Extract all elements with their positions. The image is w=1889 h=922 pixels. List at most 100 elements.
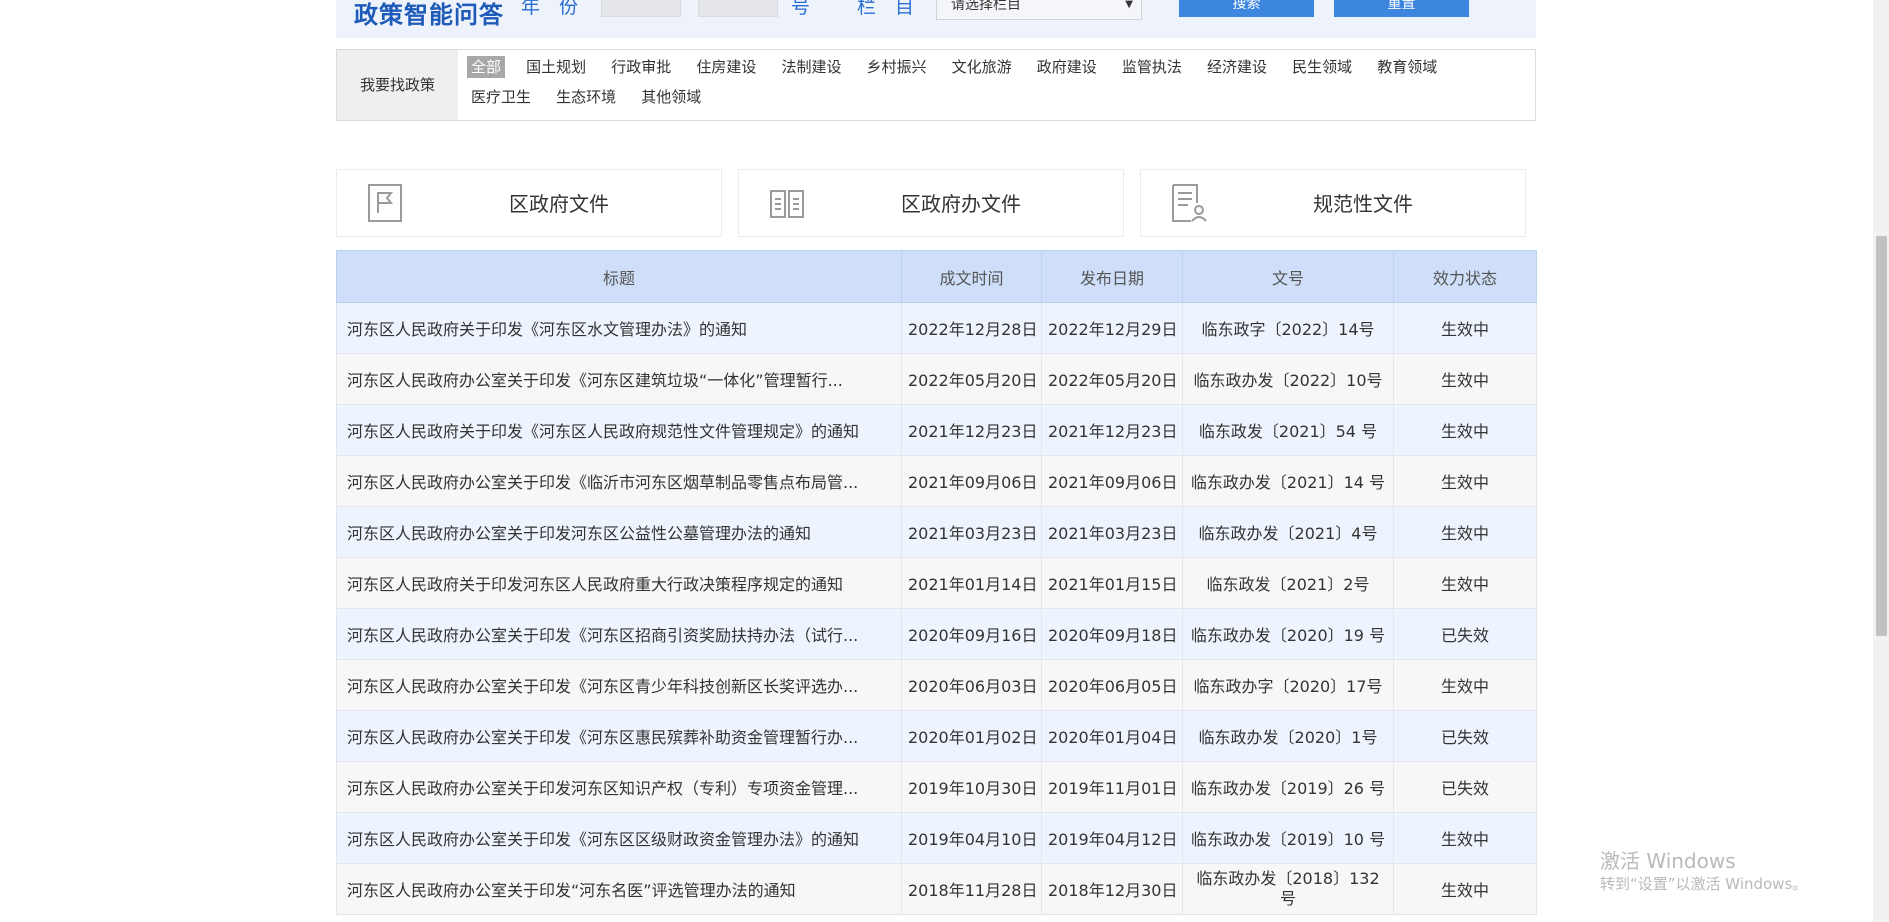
category-economy[interactable]: 经济建设 [1203, 56, 1271, 78]
card-district-gov-docs[interactable]: 区政府文件 [336, 169, 722, 237]
table-row: 河东区人民政府关于印发《河东区水文管理办法》的通知 2022年12月28日 20… [336, 302, 1537, 354]
policy-title-link[interactable]: 河东区人民政府办公室关于印发《河东区惠民殡葬补助资金管理暂行办... [336, 710, 902, 762]
category-health[interactable]: 医疗卫生 [467, 86, 535, 108]
publish-date: 2020年01月04日 [1041, 710, 1183, 762]
publish-date: 2020年06月05日 [1041, 659, 1183, 711]
publish-date: 2021年03月23日 [1041, 506, 1183, 558]
status: 已失效 [1393, 608, 1537, 660]
written-date: 2020年09月16日 [901, 608, 1042, 660]
status: 生效中 [1393, 302, 1537, 354]
search-button[interactable]: 搜索 [1179, 0, 1314, 17]
policy-title-link[interactable]: 河东区人民政府办公室关于印发《河东区建筑垃圾“一体化”管理暂行... [336, 353, 902, 405]
policy-title-link[interactable]: 河东区人民政府办公室关于印发《河东区招商引资奖励扶持办法（试行... [336, 608, 902, 660]
written-date: 2022年12月28日 [901, 302, 1042, 354]
doc-number: 临东政办发〔2019〕10 号 [1182, 812, 1394, 864]
doc-number: 临东政发〔2021〕2号 [1182, 557, 1394, 609]
written-date: 2021年01月14日 [901, 557, 1042, 609]
windows-activation-watermark: 激活 Windows 转到“设置”以激活 Windows。 [1600, 848, 1807, 894]
category-land-planning[interactable]: 国土规划 [522, 56, 590, 78]
policy-table: 标题 成文时间 发布日期 文号 效力状态 河东区人民政府关于印发《河东区水文管理… [336, 250, 1537, 915]
status: 生效中 [1393, 353, 1537, 405]
publish-date: 2019年04月12日 [1041, 812, 1183, 864]
doc-number: 临东政发〔2021〕54 号 [1182, 404, 1394, 456]
year-label: 年 份 [521, 0, 579, 18]
card-district-office-docs[interactable]: 区政府办文件 [738, 169, 1124, 237]
written-date: 2021年03月23日 [901, 506, 1042, 558]
doc-number: 临东政办发〔2022〕10号 [1182, 353, 1394, 405]
written-date: 2018年11月28日 [901, 863, 1042, 915]
category-other[interactable]: 其他领域 [637, 86, 705, 108]
doc-number: 临东政办字〔2020〕17号 [1182, 659, 1394, 711]
site-logo: 政策智能问答 [354, 1, 504, 29]
doc-number: 临东政办发〔2020〕1号 [1182, 710, 1394, 762]
category-culture-tourism[interactable]: 文化旅游 [948, 56, 1016, 78]
policy-title-link[interactable]: 河东区人民政府关于印发《河东区人民政府规范性文件管理规定》的通知 [336, 404, 902, 456]
header-publish-date: 发布日期 [1041, 250, 1183, 303]
table-row: 河东区人民政府办公室关于印发《河东区青少年科技创新区长奖评选办... 2020年… [336, 659, 1537, 711]
category-all[interactable]: 全部 [467, 56, 506, 78]
table-row: 河东区人民政府办公室关于印发《河东区招商引资奖励扶持办法（试行... 2020年… [336, 608, 1537, 660]
page-scrollbar[interactable] [1873, 0, 1889, 922]
category-supervision[interactable]: 监管执法 [1118, 56, 1186, 78]
written-date: 2019年04月10日 [901, 812, 1042, 864]
written-date: 2020年01月02日 [901, 710, 1042, 762]
status: 已失效 [1393, 710, 1537, 762]
policy-search-bar: 政策智能问答 年 份 号 栏 目 请选择栏目 ▼ 搜索 重置 [336, 0, 1536, 38]
policy-title-link[interactable]: 河东区人民政府办公室关于印发河东区知识产权（专利）专项资金管理... [336, 761, 902, 813]
card-label: 区政府文件 [509, 192, 609, 216]
status: 生效中 [1393, 557, 1537, 609]
category-housing[interactable]: 住房建设 [692, 56, 760, 78]
status: 已失效 [1393, 761, 1537, 813]
category-legal[interactable]: 法制建设 [777, 56, 845, 78]
table-row: 河东区人民政府办公室关于印发《河东区区级财政资金管理办法》的通知 2019年04… [336, 812, 1537, 864]
category-livelihood[interactable]: 民生领域 [1288, 56, 1356, 78]
header-status: 效力状态 [1393, 250, 1537, 303]
number-label: 号 [791, 0, 811, 18]
card-normative-docs[interactable]: 规范性文件 [1140, 169, 1526, 237]
category-education[interactable]: 教育领域 [1373, 56, 1441, 78]
column-select[interactable]: 请选择栏目 ▼ [936, 0, 1142, 20]
policy-title-link[interactable]: 河东区人民政府关于印发河东区人民政府重大行政决策程序规定的通知 [336, 557, 902, 609]
publish-date: 2021年12月23日 [1041, 404, 1183, 456]
status: 生效中 [1393, 404, 1537, 456]
doc-number: 临东政办发〔2021〕4号 [1182, 506, 1394, 558]
table-row: 河东区人民政府办公室关于印发河东区知识产权（专利）专项资金管理... 2019年… [336, 761, 1537, 813]
category-ecology[interactable]: 生态环境 [552, 86, 620, 108]
status: 生效中 [1393, 812, 1537, 864]
table-row: 河东区人民政府关于印发河东区人民政府重大行政决策程序规定的通知 2021年01月… [336, 557, 1537, 609]
doc-number: 临东政办发〔2018〕132号 [1182, 863, 1394, 915]
category-government[interactable]: 政府建设 [1033, 56, 1101, 78]
card-label: 规范性文件 [1313, 192, 1413, 216]
policy-title-link[interactable]: 河东区人民政府办公室关于印发《河东区区级财政资金管理办法》的通知 [336, 812, 902, 864]
written-date: 2021年09月06日 [901, 455, 1042, 507]
doc-number: 临东政字〔2022〕14号 [1182, 302, 1394, 354]
written-date: 2020年06月03日 [901, 659, 1042, 711]
status: 生效中 [1393, 863, 1537, 915]
publish-date: 2021年01月15日 [1041, 557, 1183, 609]
table-row: 河东区人民政府办公室关于印发《河东区建筑垃圾“一体化”管理暂行... 2022年… [336, 353, 1537, 405]
policy-title-link[interactable]: 河东区人民政府办公室关于印发河东区公益性公墓管理办法的通知 [336, 506, 902, 558]
publish-date: 2022年12月29日 [1041, 302, 1183, 354]
written-date: 2019年10月30日 [901, 761, 1042, 813]
header-title: 标题 [336, 250, 902, 303]
policy-title-link[interactable]: 河东区人民政府办公室关于印发“河东名医”评选管理办法的通知 [336, 863, 902, 915]
reset-button[interactable]: 重置 [1334, 0, 1469, 17]
column-select-value: 请选择栏目 [951, 0, 1021, 13]
category-admin-approval[interactable]: 行政审批 [607, 56, 675, 78]
year-input[interactable] [601, 0, 681, 17]
policy-title-link[interactable]: 河东区人民政府关于印发《河东区水文管理办法》的通知 [336, 302, 902, 354]
table-header-row: 标题 成文时间 发布日期 文号 效力状态 [336, 250, 1537, 303]
category-rural[interactable]: 乡村振兴 [863, 56, 931, 78]
policy-title-link[interactable]: 河东区人民政府办公室关于印发《河东区青少年科技创新区长奖评选办... [336, 659, 902, 711]
table-row: 河东区人民政府关于印发《河东区人民政府规范性文件管理规定》的通知 2021年12… [336, 404, 1537, 456]
policy-title-link[interactable]: 河东区人民政府办公室关于印发《临沂市河东区烟草制品零售点布局管... [336, 455, 902, 507]
table-row: 河东区人民政府办公室关于印发“河东名医”评选管理办法的通知 2018年11月28… [336, 863, 1537, 915]
publish-date: 2022年05月20日 [1041, 353, 1183, 405]
card-label: 区政府办文件 [901, 192, 1021, 216]
written-date: 2021年12月23日 [901, 404, 1042, 456]
table-row: 河东区人民政府办公室关于印发《河东区惠民殡葬补助资金管理暂行办... 2020年… [336, 710, 1537, 762]
scrollbar-thumb[interactable] [1876, 236, 1887, 636]
filter-label: 我要找政策 [337, 50, 458, 120]
number-input[interactable] [698, 0, 778, 17]
watermark-line1: 激活 Windows [1600, 849, 1736, 873]
